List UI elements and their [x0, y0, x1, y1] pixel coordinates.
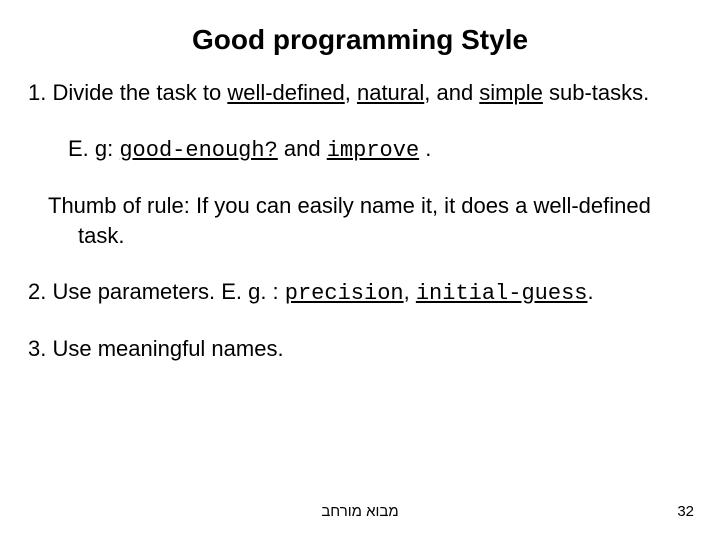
- slide: Good programming Style 1. Divide the tas…: [0, 0, 720, 540]
- text: and: [278, 136, 327, 161]
- underline-natural: natural: [357, 80, 424, 105]
- code-good-enough: good-enough?: [119, 138, 277, 163]
- point-1: 1. Divide the task to well-defined, natu…: [28, 78, 692, 108]
- text: sub-tasks.: [543, 80, 649, 105]
- text: 3. Use meaningful names.: [28, 336, 284, 361]
- text: 2. Use parameters. E. g. :: [28, 279, 285, 304]
- code-improve: improve: [327, 138, 419, 163]
- text: E. g:: [68, 136, 119, 161]
- example-1: E. g: good-enough? and improve .: [28, 134, 692, 166]
- thumb-rule: Thumb of rule: If you can easily name it…: [28, 191, 692, 250]
- slide-title: Good programming Style: [28, 24, 692, 56]
- point-3: 3. Use meaningful names.: [28, 334, 692, 364]
- text: ,: [345, 80, 357, 105]
- point-2: 2. Use parameters. E. g. : precision, in…: [28, 277, 692, 309]
- underline-well-defined: well-defined: [227, 80, 344, 105]
- code-initial-guess: initial-guess: [416, 281, 588, 306]
- text: Thumb of rule: If you can easily name it…: [48, 193, 651, 248]
- text: , and: [424, 80, 479, 105]
- footer-center-text: מבוא מורחב: [0, 503, 720, 520]
- underline-simple: simple: [479, 80, 543, 105]
- page-number: 32: [677, 503, 694, 520]
- code-precision: precision: [285, 281, 404, 306]
- text: 1. Divide the task to: [28, 80, 227, 105]
- text: .: [587, 279, 593, 304]
- slide-body: 1. Divide the task to well-defined, natu…: [28, 78, 692, 364]
- text: .: [419, 136, 431, 161]
- text: ,: [404, 279, 416, 304]
